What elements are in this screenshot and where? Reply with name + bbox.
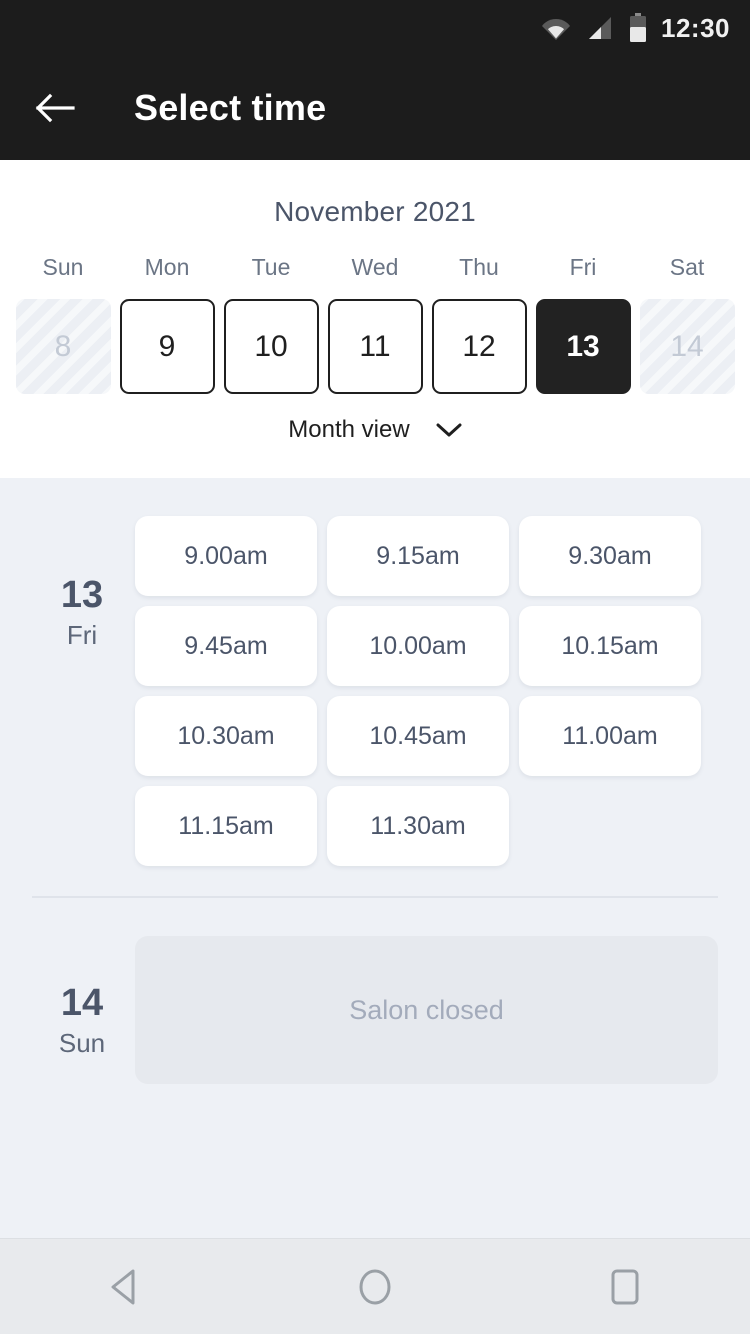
time-slot-7[interactable]: 10.45am <box>327 696 509 776</box>
weekday-header-row: Sun Mon Tue Wed Thu Fri Sat <box>0 254 750 281</box>
weekday-label-sun: Sun <box>42 254 84 280</box>
weekday-label-mon: Mon <box>144 254 190 280</box>
day-slot-1: 9 <box>115 299 219 394</box>
day-group-weekday: Sun <box>58 1027 106 1058</box>
nav-home-icon <box>356 1267 394 1307</box>
select-time-screen: 12:30 Select time November 2021 Sun Mon … <box>0 0 750 1334</box>
time-slots-area: 13 Fri 9.00am 9.15am 9.30am 9.45am 10.00… <box>0 478 750 1238</box>
salon-closed-card: Salon closed <box>135 936 718 1084</box>
chevron-down-icon <box>410 422 462 438</box>
calendar-day-14: 14 <box>639 299 735 394</box>
back-button[interactable] <box>18 71 92 145</box>
status-icon-group <box>541 13 647 43</box>
signal-icon <box>587 15 613 41</box>
calendar-day-13-selected[interactable]: 13 <box>535 299 631 394</box>
day-slot-0: 8 <box>11 299 115 394</box>
month-view-toggle[interactable]: Month view <box>0 416 750 444</box>
day-group-14: 14 Sun Salon closed <box>0 898 750 1084</box>
calendar-month-title: November 2021 <box>274 196 476 227</box>
status-bar-clock: 12:30 <box>661 13 730 43</box>
android-nav-bar <box>0 1238 750 1334</box>
time-slot-0[interactable]: 9.00am <box>135 516 317 596</box>
battery-icon <box>629 13 647 43</box>
nav-back-button[interactable] <box>70 1252 180 1322</box>
day-slot-3: 11 <box>323 299 427 394</box>
time-slot-10[interactable]: 11.30am <box>327 786 509 866</box>
nav-recents-icon <box>608 1267 642 1307</box>
day-slot-4: 12 <box>427 299 531 394</box>
nav-back-icon <box>107 1268 143 1306</box>
time-slot-8[interactable]: 11.00am <box>519 696 701 776</box>
weekday-label-sat: Sat <box>669 254 705 280</box>
wifi-icon <box>541 15 571 41</box>
day-group-weekday: Fri <box>66 619 98 650</box>
calendar-panel: November 2021 Sun Mon Tue Wed Thu Fri Sa… <box>0 160 750 478</box>
time-slot-4[interactable]: 10.00am <box>327 606 509 686</box>
calendar-day-11[interactable]: 11 <box>327 299 423 394</box>
calendar-day-8: 8 <box>15 299 111 394</box>
calendar-day-12[interactable]: 12 <box>431 299 527 394</box>
month-view-label: Month view <box>288 416 410 443</box>
time-slot-9[interactable]: 11.15am <box>135 786 317 866</box>
nav-recents-button[interactable] <box>570 1252 680 1322</box>
status-bar: 12:30 <box>0 0 750 56</box>
day-group-13: 13 Fri 9.00am 9.15am 9.30am 9.45am 10.00… <box>0 478 750 866</box>
back-arrow-icon <box>35 91 75 125</box>
page-title: Select time <box>134 87 327 128</box>
time-slot-5[interactable]: 10.15am <box>519 606 701 686</box>
calendar-day-10[interactable]: 10 <box>223 299 319 394</box>
time-slot-2[interactable]: 9.30am <box>519 516 701 596</box>
week-day-strip: 8 9 10 11 12 13 14 <box>0 299 750 394</box>
weekday-label-wed: Wed <box>351 254 399 280</box>
nav-home-button[interactable] <box>320 1252 430 1322</box>
weekday-label-thu: Thu <box>459 254 499 280</box>
time-slot-6[interactable]: 10.30am <box>135 696 317 776</box>
weekday-label-tue: Tue <box>251 254 291 280</box>
day-slot-6: 14 <box>635 299 739 394</box>
time-slot-grid: 9.00am 9.15am 9.30am 9.45am 10.00am 10.1… <box>132 516 718 866</box>
day-slot-2: 10 <box>219 299 323 394</box>
day-group-number: 13 <box>60 574 104 616</box>
time-slot-1[interactable]: 9.15am <box>327 516 509 596</box>
app-bar: Select time <box>0 56 750 160</box>
day-group-label-14: 14 Sun <box>32 936 132 1084</box>
calendar-day-9[interactable]: 9 <box>119 299 215 394</box>
day-slot-5: 13 <box>531 299 635 394</box>
weekday-label-fri: Fri <box>569 254 597 280</box>
day-group-number: 14 <box>60 982 104 1024</box>
day-group-label-13: 13 Fri <box>32 516 132 866</box>
time-slot-3[interactable]: 9.45am <box>135 606 317 686</box>
